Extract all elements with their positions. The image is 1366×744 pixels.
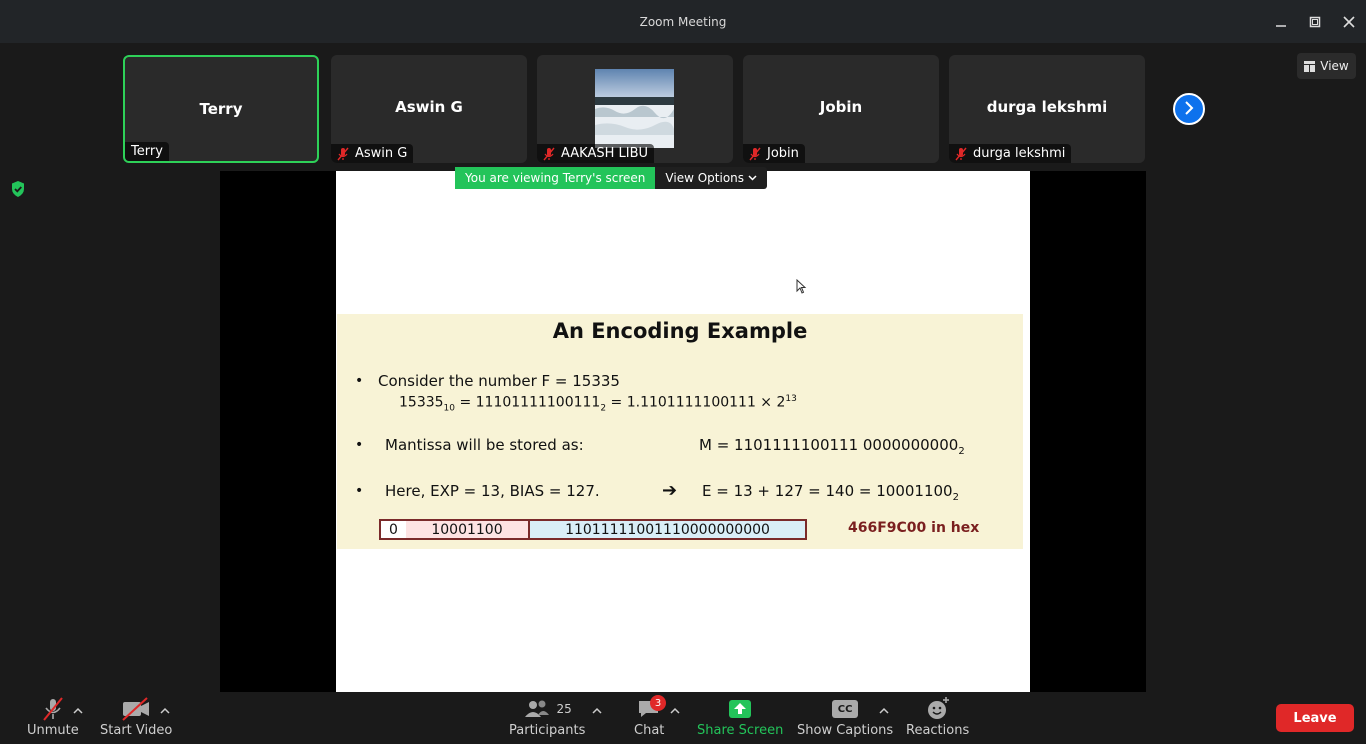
- share-screen-label: Share Screen: [697, 723, 784, 738]
- share-screen-icon: [727, 696, 753, 722]
- view-options-button[interactable]: View Options: [655, 167, 768, 189]
- sign-bit-box: 0: [379, 519, 408, 540]
- muted-mic-icon: [749, 147, 761, 161]
- chevron-right-icon: [1182, 100, 1196, 119]
- participant-tag-label: Terry: [131, 144, 163, 159]
- participant-tag: Jobin: [743, 144, 805, 163]
- slide-line-2-a-sub: 10: [443, 403, 455, 414]
- participant-name: durga lekshmi: [986, 98, 1108, 116]
- participant-tag: Aswin G: [331, 144, 414, 163]
- close-icon[interactable]: [1339, 12, 1359, 32]
- view-options-label: View Options: [665, 171, 745, 185]
- unmute-label: Unmute: [27, 723, 79, 738]
- participant-tag-label: AAKASH LIBU: [561, 146, 649, 161]
- participant-tile-aakash[interactable]: AAKASH LIBU: [537, 55, 733, 163]
- viewing-screen-label: You are viewing Terry's screen: [455, 167, 656, 189]
- arrow-right-icon: ➔: [662, 480, 678, 501]
- participant-tag-label: durga lekshmi: [973, 146, 1066, 161]
- encryption-shield-icon[interactable]: [8, 179, 28, 199]
- chat-label: Chat: [634, 723, 665, 738]
- share-screen-button[interactable]: Share Screen: [697, 696, 783, 738]
- participant-tag: AAKASH LIBU: [537, 144, 655, 163]
- participant-tag-label: Jobin: [767, 146, 799, 161]
- slide-line-3-b-sub: 2: [958, 446, 965, 457]
- reactions-label: Reactions: [906, 723, 970, 738]
- participant-name: Aswin G: [395, 98, 463, 116]
- participant-video-thumbnail: [595, 69, 674, 148]
- reactions-button[interactable]: Reactions: [906, 696, 969, 738]
- participant-tile-durga[interactable]: durga lekshmi durga lekshmi: [949, 55, 1145, 163]
- slide-line-4-b: E = 13 + 127 = 140 = 100011002: [702, 482, 959, 503]
- view-button-label: View: [1320, 59, 1349, 73]
- participant-name: Terry: [199, 100, 243, 118]
- meeting-toolbar: Unmute Start Video 25 Participants Chat …: [0, 692, 1366, 744]
- slide-line-3-b-text: M = 1101111100111 0000000000: [699, 436, 959, 454]
- slide-line-2-c-sup: 13: [785, 394, 797, 404]
- next-page-button[interactable]: [1173, 93, 1205, 125]
- muted-mic-icon: [955, 147, 967, 161]
- chevron-up-icon[interactable]: [591, 702, 603, 714]
- captions-icon-text: CC: [832, 700, 859, 718]
- participant-name: Jobin: [819, 98, 863, 116]
- slide-line-4-b-text: E = 13 + 127 = 140 = 10001100: [702, 482, 953, 500]
- closed-captions-icon: CC: [832, 696, 859, 722]
- participants-button[interactable]: 25 Participants: [509, 696, 585, 738]
- participant-tile-terry[interactable]: Terry Terry: [123, 55, 319, 163]
- slide-line-4-b-sub: 2: [952, 492, 959, 503]
- mantissa-bits-box: 11011111001110000000000: [528, 519, 807, 540]
- bullet-icon: •: [355, 437, 364, 453]
- participant-tag: durga lekshmi: [949, 144, 1072, 163]
- view-button[interactable]: View: [1297, 53, 1356, 79]
- participant-tag-label: Aswin G: [355, 146, 408, 161]
- participants-icon: 25: [523, 696, 572, 722]
- hex-result: 466F9C00 in hex: [848, 520, 980, 536]
- bullet-icon: •: [355, 483, 364, 499]
- slide-content: An Encoding Example • Consider the numbe…: [337, 314, 1023, 549]
- unmute-button[interactable]: Unmute: [27, 696, 79, 738]
- muted-mic-icon: [543, 147, 555, 161]
- chevron-up-icon[interactable]: [72, 702, 84, 714]
- slide-line-4-a: Here, EXP = 13, BIAS = 127.: [385, 482, 600, 500]
- muted-mic-icon: [40, 696, 66, 722]
- minimize-icon[interactable]: [1271, 12, 1291, 32]
- chevron-up-icon[interactable]: [159, 702, 171, 714]
- exponent-bits-box: 10001100: [406, 519, 530, 540]
- slide-line-2-c: = 1.1101111100111 × 2: [606, 394, 786, 411]
- video-off-icon: [121, 696, 151, 722]
- bullet-icon: •: [355, 373, 364, 389]
- participant-tile-jobin[interactable]: Jobin Jobin: [743, 55, 939, 163]
- chat-button[interactable]: Chat 3: [634, 695, 666, 738]
- muted-mic-icon: [337, 147, 349, 161]
- slide-title: An Encoding Example: [552, 319, 808, 343]
- slide-line-1: Consider the number F = 15335: [378, 372, 620, 390]
- slide-line-3-a: Mantissa will be stored as:: [385, 436, 584, 454]
- slide-line-3-b: M = 1101111100111 00000000002: [699, 436, 965, 457]
- title-bar: Zoom Meeting: [0, 0, 1366, 43]
- participants-label: Participants: [509, 723, 586, 738]
- chevron-up-icon[interactable]: [878, 702, 890, 714]
- participants-count: 25: [556, 702, 572, 716]
- grid-icon: [1304, 60, 1316, 72]
- share-banner: You are viewing Terry's screen View Opti…: [455, 167, 768, 189]
- show-captions-label: Show Captions: [797, 723, 894, 738]
- mouse-cursor-icon: [796, 279, 807, 294]
- leave-button[interactable]: Leave: [1276, 704, 1354, 732]
- slide-line-2-b: = 11101111100111: [455, 394, 601, 411]
- slide-line-2: 1533510 = 111011111001112 = 1.1101111100…: [399, 394, 797, 413]
- chat-unread-badge: 3: [650, 695, 666, 711]
- window-title: Zoom Meeting: [639, 14, 727, 29]
- maximize-icon[interactable]: [1305, 12, 1325, 32]
- participant-tile-aswin[interactable]: Aswin G Aswin G: [331, 55, 527, 163]
- participant-tag: Terry: [125, 142, 169, 161]
- reaction-emoji-icon: [925, 696, 951, 722]
- chevron-up-icon[interactable]: [669, 702, 681, 714]
- chevron-down-icon: [748, 175, 757, 181]
- slide-line-2-a: 15335: [399, 394, 444, 411]
- start-video-label: Start Video: [100, 723, 173, 738]
